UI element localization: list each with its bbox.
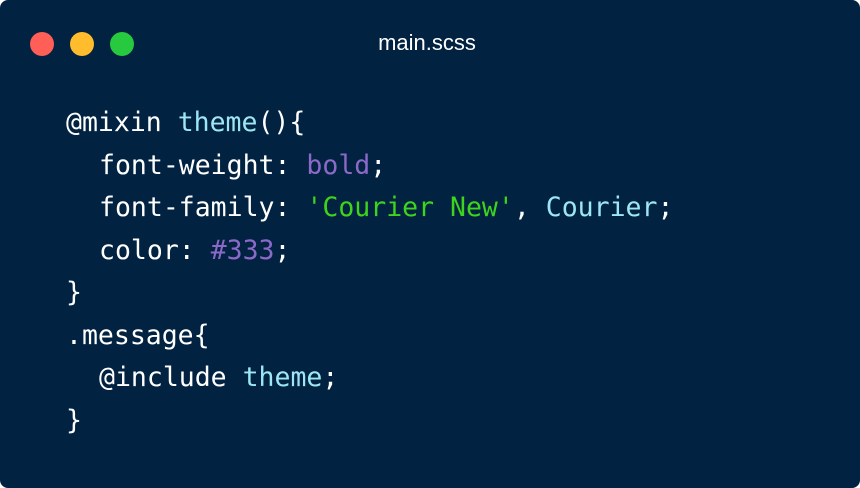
code-line: color: #333; (66, 230, 673, 273)
code-token-identifier: theme (242, 362, 323, 393)
code-line: } (66, 400, 673, 443)
code-token-default: , (513, 192, 546, 223)
code-line: .message{ (66, 315, 673, 358)
code-token-default: ; (370, 149, 387, 181)
code-window: main.scss @mixin theme(){font-weight: bo… (0, 0, 860, 488)
code-token-identifier: Courier (545, 192, 658, 223)
code-token-default: .message{ (66, 319, 210, 351)
code-token-string: 'Courier New' (306, 192, 514, 223)
code-line: font-family: 'Courier New', Courier; (66, 187, 673, 230)
code-line: @mixin theme(){ (66, 102, 673, 145)
code-line: } (66, 272, 673, 315)
code-line: font-weight: bold; (66, 145, 673, 188)
code-token-value: #333 (210, 234, 275, 266)
code-token-default: } (66, 404, 82, 436)
code-token-default: } (66, 277, 82, 308)
code-line: @include theme; (66, 357, 673, 400)
code-token-identifier: theme (177, 107, 258, 138)
code-token-default: @mixin (66, 107, 178, 138)
code-token-default: font-weight: (99, 149, 307, 181)
code-token-default: font-family: (99, 192, 307, 223)
code-block: @mixin theme(){font-weight: bold; font-fa… (66, 102, 673, 442)
code-token-default: color: (99, 234, 211, 266)
code-token-value: bold (306, 149, 371, 181)
code-token-default: ; (657, 192, 674, 223)
code-token-default: (){ (257, 107, 306, 138)
code-token-default: ; (274, 234, 291, 266)
window-title: main.scss (378, 30, 476, 55)
code-token-default: ; (322, 362, 339, 393)
code-token-default: @include (99, 362, 243, 393)
window-titlebar: main.scss (0, 0, 860, 88)
